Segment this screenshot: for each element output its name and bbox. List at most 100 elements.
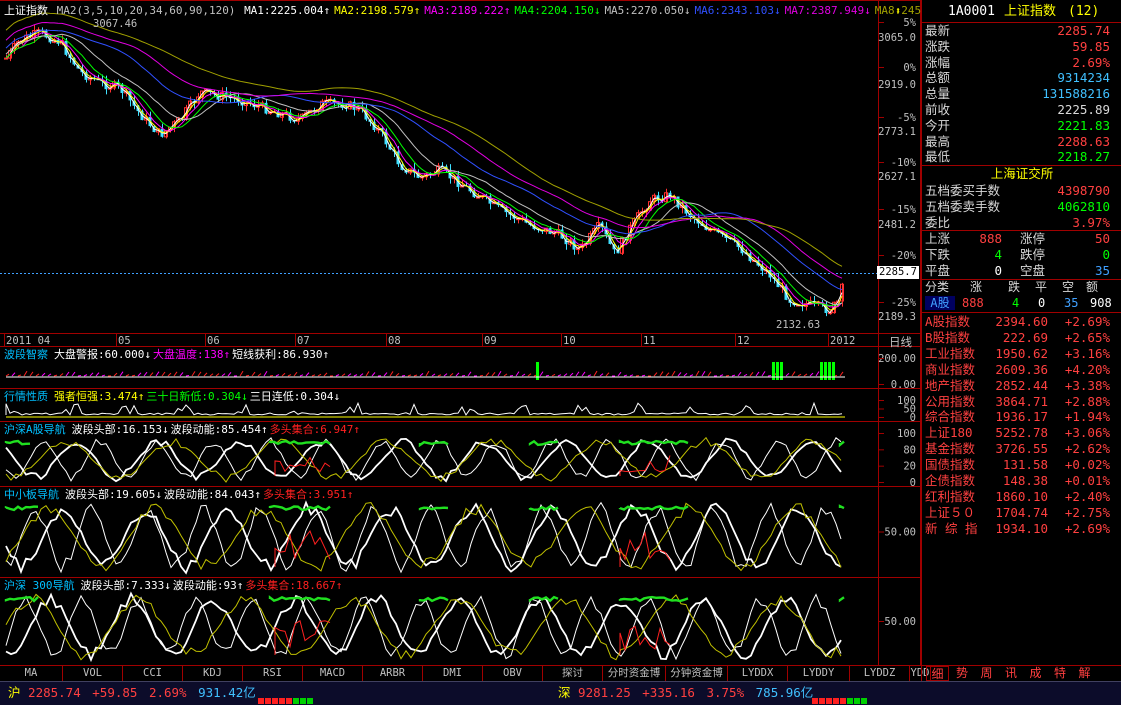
index-row[interactable]: 商业指数 2609.36 +4.20% (922, 362, 1118, 378)
ma-legend-4: MA4:2204.150↓ (514, 4, 601, 17)
quote-row: 前收 2225.89 (925, 102, 1110, 117)
index-row[interactable]: A股指数 2394.60 +2.69% (922, 314, 1118, 330)
signal-tick (245, 374, 250, 377)
index-row[interactable]: 工业指数 1950.62 +3.16% (922, 346, 1118, 362)
index-row[interactable]: B股指数 222.69 +2.65% (922, 330, 1118, 346)
index-row[interactable]: 上证180 5252.78 +3.06% (922, 425, 1118, 441)
axis-pct-label: 0% (903, 62, 916, 74)
panel-value: 多头集合:6.947↑ (269, 423, 360, 436)
tab-rsi[interactable]: RSI (243, 666, 303, 681)
tab-lyddy[interactable]: LYDDY (788, 666, 850, 681)
tab-kdj[interactable]: KDJ (183, 666, 243, 681)
stock-count: (12) (1068, 4, 1100, 19)
axis-price-label: 2627.1 (878, 171, 916, 183)
panel-value: 大盘温度:138↑ (152, 348, 231, 361)
panel-axis-label: 80 (903, 444, 916, 456)
axis-pct-label: -25% (891, 297, 917, 309)
tab-vol[interactable]: VOL (63, 666, 123, 681)
quote-panel-tabs: 细势周讯成特解 (921, 665, 1121, 681)
stock-code: 1A0001 (948, 4, 995, 19)
quote-row: 总量 131588216 (925, 86, 1110, 102)
index-row[interactable]: 企债指数 148.38 +0.01% (922, 473, 1118, 489)
tab-obv[interactable]: OBV (483, 666, 543, 681)
ma-legend-3: MA3:2189.222↑ (424, 4, 511, 17)
signal-tick (131, 374, 136, 377)
panel-value: 波段头部:16.153↓ (71, 423, 169, 436)
panel-value: 波段头部:19.605↓ (65, 488, 162, 501)
main-chart-legend: 上证指数 MA2(3,5,10,20,34,60,90,120) MA1:222… (4, 4, 954, 17)
axis-pct-label: 5% (903, 17, 916, 29)
trend-segment (838, 504, 845, 510)
panel-value: 多头集合:3.951↑ (262, 488, 354, 501)
panel-tab-5[interactable]: 特 (1049, 666, 1072, 681)
panel-legend-3: 沪深A股导航 波段头部:16.153↓ 波段动能:85.454↑ 多头集合:6.947… (4, 423, 362, 436)
quote-row: 涨幅 2.69% (925, 54, 1110, 70)
month-label: 09 (484, 335, 497, 347)
panel-value: 大盘警报:60.000↓ (54, 348, 151, 361)
axis-price-label: 2481.2 (878, 219, 916, 231)
axis-pct-label: -5% (897, 112, 917, 124)
quote-row: 总额 9314234 (925, 70, 1110, 86)
month-label: 2012 (830, 335, 855, 347)
panel-value: 三日连低:0.304↓ (249, 390, 341, 403)
axis-pct-label: -10% (891, 157, 917, 169)
scroll-arrow-icon[interactable]: ⬍ (895, 6, 901, 17)
breadth-row: 下跌 4 跌停 0 (925, 246, 1110, 262)
month-label: 12 (737, 335, 750, 347)
index-row[interactable]: 公用指数 3864.71 +2.88% (922, 394, 1118, 410)
panel-value: 强者恒强:3.474↑ (54, 390, 145, 403)
tab-ma[interactable]: MA (0, 666, 63, 681)
month-label: 11 (643, 335, 656, 347)
panel-value: 波段动能:85.454↑ (170, 423, 268, 436)
quote-header: 1A0001 上证指数 (12) (922, 3, 1121, 21)
sh-ticker[interactable]: 沪 2285.74 +59.85 2.69% 931.42亿 (8, 682, 256, 704)
panel-axis-label: 0.00 (891, 379, 916, 391)
tab-macd[interactable]: MACD (303, 666, 363, 681)
ma-legend-7: MA7:2387.949↓ (784, 4, 871, 17)
tab-lyddz[interactable]: LYDDZ (850, 666, 910, 681)
panel-title: 波段智察 (4, 348, 48, 361)
signal-tick (479, 374, 484, 377)
panel-legend-2: 行情性质 强者恒强:3.474↑ 三十日新低:0.304↓ 三日连低:0.304↓ (4, 390, 342, 403)
panel-value: 波段动能:84.043↑ (163, 488, 261, 501)
panel-legend-5: 沪深 300导航 波段头部:7.333↓ 波段动能:93↑ 多头集合:18.667↑ (4, 579, 344, 592)
panel-title: 沪深 300导航 (4, 579, 75, 592)
tab-分钟资金博[interactable]: 分钟资金博 (666, 666, 728, 681)
tab-dmi[interactable]: DMI (423, 666, 483, 681)
index-row[interactable]: 地产指数 2852.44 +3.38% (922, 378, 1118, 394)
tab-arbr[interactable]: ARBR (363, 666, 423, 681)
index-row[interactable]: 国债指数 131.58 +0.02% (922, 457, 1118, 473)
axis-price-label: 2773.1 (878, 126, 916, 138)
period-label[interactable]: 日线 (889, 334, 912, 350)
panel-value: 多头集合:18.667↑ (245, 579, 343, 592)
sz-ticker[interactable]: 深 9281.25 +335.16 3.75% 785.96亿 (558, 682, 813, 704)
panel-tab-3[interactable]: 讯 (1000, 666, 1023, 681)
panel-tab-0[interactable]: 细 (926, 666, 949, 681)
month-label: 10 (563, 335, 576, 347)
panel-tab-6[interactable]: 解 (1073, 666, 1096, 681)
exchange-name: 上海证交所 (990, 166, 1054, 181)
breadth-row: 上涨 888 涨停 50 (925, 231, 1110, 246)
class-row[interactable]: A股 888 4 0 35 908 (922, 295, 1121, 311)
signal-tick (509, 374, 514, 377)
panel-tab-2[interactable]: 周 (975, 666, 998, 681)
tab-分时资金博[interactable]: 分时资金博 (603, 666, 666, 681)
index-row[interactable]: 综合指数 1936.17 +1.94% (922, 409, 1118, 425)
panel-axis-label: 20 (903, 461, 916, 473)
tab-cci[interactable]: CCI (123, 666, 183, 681)
ma-legend-6: MA6:2343.103↓ (694, 4, 781, 17)
index-row[interactable]: 红利指数 1860.10 +2.40% (922, 489, 1118, 505)
panel-tab-1[interactable]: 势 (951, 666, 974, 681)
chart-area[interactable]: 5% 3065.0 0% 2919.0 -5% 2773.1 -10% 2627.1 -15% 2… (0, 0, 921, 665)
panel-tab-4[interactable]: 成 (1024, 666, 1047, 681)
panel-legend-1: 波段智察 大盘警报:60.000↓ 大盘温度:138↑ 短线获利:86.930↑ (4, 348, 331, 361)
index-row[interactable]: 基金指数 3726.55 +2.62% (922, 441, 1118, 457)
sz-breadth-bar (812, 689, 868, 705)
index-row[interactable]: 上证５０ 1704.74 +2.75% (922, 505, 1118, 521)
tab-探讨[interactable]: 探讨 (543, 666, 603, 681)
tab-lyddx[interactable]: LYDDX (728, 666, 788, 681)
panel-value: 波段头部:7.333↓ (80, 579, 171, 592)
axis-pct-label: -15% (891, 204, 917, 216)
panel-title: 行情性质 (4, 390, 48, 403)
index-row[interactable]: 新 综 指 1934.10 +2.69% (922, 521, 1118, 537)
